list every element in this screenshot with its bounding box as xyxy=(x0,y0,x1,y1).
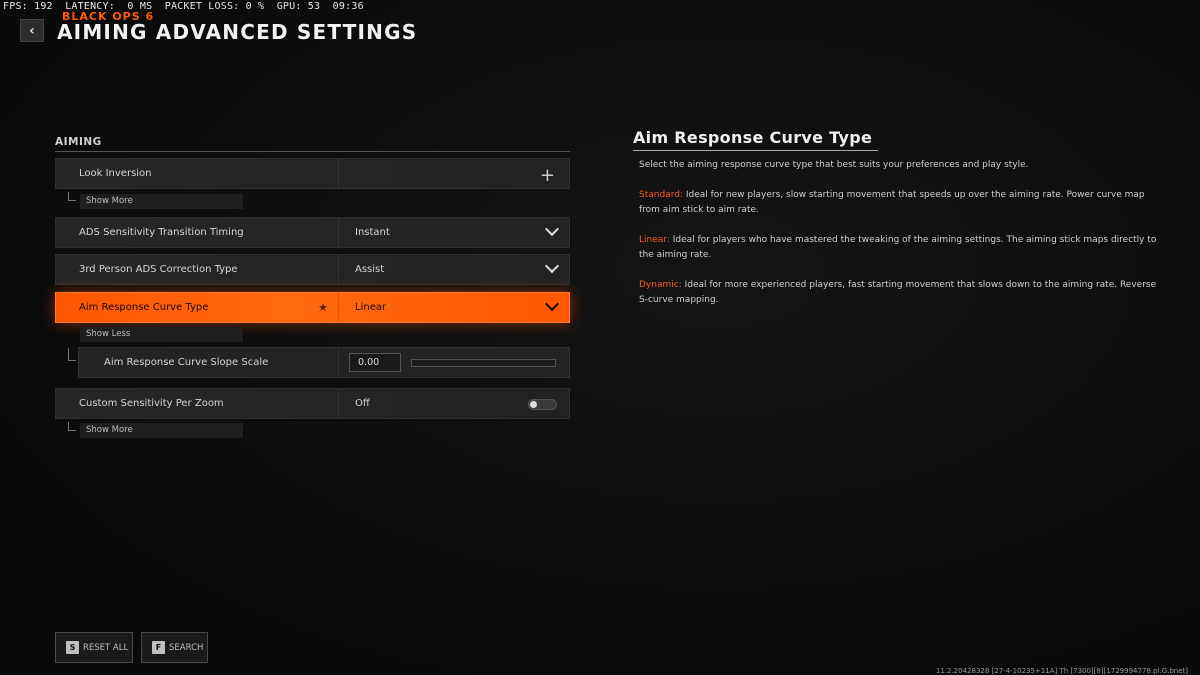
chevron-down-icon xyxy=(544,221,560,237)
toggle-switch[interactable] xyxy=(528,399,557,410)
setting-label: Custom Sensitivity Per Zoom xyxy=(56,389,339,418)
setting-label: Aim Response Curve Type ★ xyxy=(56,293,339,322)
toggle-value: Off xyxy=(355,398,370,409)
key-hint: S xyxy=(66,641,79,654)
setting-value: + xyxy=(339,159,569,188)
show-less-button[interactable]: Show Less xyxy=(80,327,243,342)
dropdown-value: Assist xyxy=(355,264,385,275)
setting-value: Assist xyxy=(339,255,569,284)
build-info: 11.2.20428328 [27-4-10235+11A] Th [7300]… xyxy=(935,667,1188,675)
search-label: SEARCH xyxy=(169,642,204,653)
setting-row-custom-sensitivity-zoom[interactable]: Custom Sensitivity Per Zoom Off xyxy=(55,388,570,419)
reset-all-label: RESET ALL xyxy=(83,642,129,653)
key-hint: F xyxy=(152,641,165,654)
setting-row-aim-response-curve[interactable]: Aim Response Curve Type ★ Linear xyxy=(55,292,570,323)
toggle-knob xyxy=(530,401,537,408)
subsetting-row-slope-scale[interactable]: Aim Response Curve Slope Scale 0.00 xyxy=(78,347,570,378)
performance-stats: FPS: 192 LATENCY: 0 MS PACKET LOSS: 0 % … xyxy=(3,1,364,12)
subsetting-label: Aim Response Curve Slope Scale xyxy=(79,348,339,377)
slope-scale-slider[interactable] xyxy=(411,358,556,367)
tree-connector xyxy=(68,192,76,201)
dynamic-label: Dynamic: xyxy=(639,280,682,290)
tree-connector xyxy=(68,348,76,361)
setting-label: 3rd Person ADS Correction Type xyxy=(56,255,339,284)
setting-value: Off xyxy=(339,389,569,418)
description-divider xyxy=(633,150,878,151)
chevron-down-icon xyxy=(544,296,560,312)
description-dynamic: Dynamic: Ideal for more experienced play… xyxy=(639,278,1159,308)
description-title: Aim Response Curve Type xyxy=(633,128,873,147)
setting-label-text: Aim Response Curve Type xyxy=(79,302,209,313)
standard-text: Ideal for new players, slow starting mov… xyxy=(639,190,1145,215)
show-more-button[interactable]: Show More xyxy=(80,194,243,209)
linear-label: Linear: xyxy=(639,235,670,245)
description-linear: Linear: Ideal for players who have maste… xyxy=(639,233,1159,263)
linear-text: Ideal for players who have mastered the … xyxy=(639,235,1157,260)
setting-value: Instant xyxy=(339,218,569,247)
back-button[interactable]: ‹ xyxy=(20,19,44,42)
tree-connector xyxy=(68,422,76,431)
setting-row-3rd-person-ads[interactable]: 3rd Person ADS Correction Type Assist xyxy=(55,254,570,285)
dynamic-text: Ideal for more experienced players, fast… xyxy=(639,280,1157,305)
chevron-down-icon xyxy=(544,258,560,274)
setting-label: ADS Sensitivity Transition Timing xyxy=(56,218,339,247)
setting-row-ads-transition[interactable]: ADS Sensitivity Transition Timing Instan… xyxy=(55,217,570,248)
search-button[interactable]: F SEARCH xyxy=(141,632,208,663)
show-more-button[interactable]: Show More xyxy=(80,423,243,438)
setting-label: Look Inversion xyxy=(56,159,339,188)
dropdown-value: Linear xyxy=(355,302,387,313)
slope-scale-input[interactable]: 0.00 xyxy=(349,353,401,372)
reset-all-button[interactable]: S RESET ALL xyxy=(55,632,133,663)
description-standard: Standard: Ideal for new players, slow st… xyxy=(639,188,1159,218)
page-title: AIMING ADVANCED SETTINGS xyxy=(57,20,418,44)
description-intro: Select the aiming response curve type th… xyxy=(639,160,1029,170)
star-icon[interactable]: ★ xyxy=(318,301,328,314)
section-label: AIMING xyxy=(55,136,102,148)
standard-label: Standard: xyxy=(639,190,683,200)
setting-value: Linear xyxy=(339,293,569,322)
setting-row-look-inversion[interactable]: Look Inversion + xyxy=(55,158,570,189)
section-divider xyxy=(55,151,570,152)
dropdown-value: Instant xyxy=(355,227,390,238)
chevron-left-icon: ‹ xyxy=(29,22,35,39)
plus-icon[interactable]: + xyxy=(540,165,555,186)
